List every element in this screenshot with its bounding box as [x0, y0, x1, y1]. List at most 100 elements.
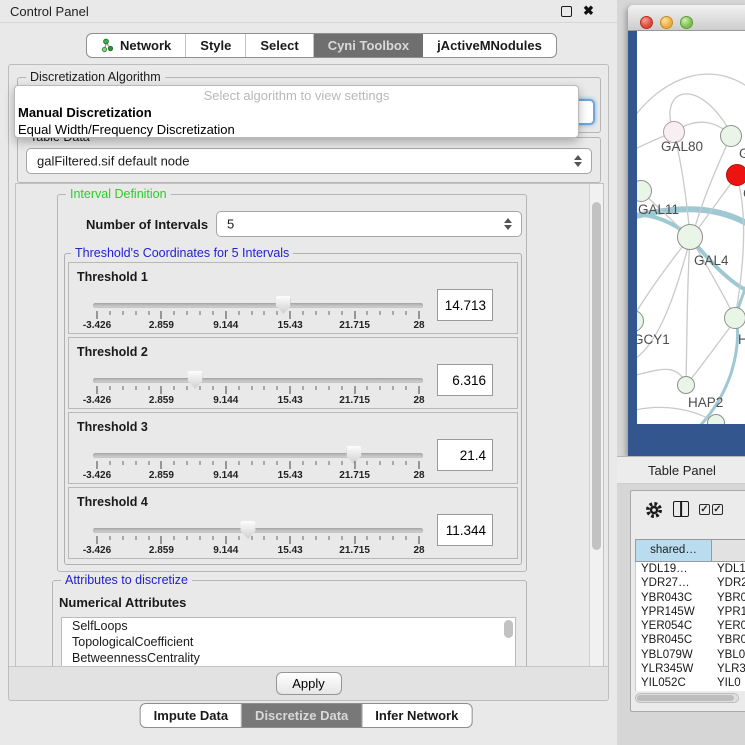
dropdown-option-manual-discretization[interactable]: Manual Discretization	[15, 104, 578, 121]
table-row[interactable]: YPR145WYPR1	[636, 605, 745, 619]
tab-select[interactable]: Select	[246, 34, 313, 57]
threshold-value-input[interactable]	[437, 364, 493, 396]
table-horizontal-scrollbar[interactable]	[635, 693, 739, 703]
checkbox-icon-2[interactable]: ✓	[712, 504, 723, 515]
apply-button[interactable]: Apply	[276, 672, 342, 695]
node-label: GAL4	[694, 253, 729, 268]
combo-spinner-icon	[504, 218, 512, 230]
tab-discretize-data[interactable]: Discretize Data	[242, 704, 362, 727]
table-cell[interactable]: YDR2	[712, 576, 745, 590]
table-row[interactable]: YIL052CYIL0	[636, 676, 745, 690]
numerical-attributes-list[interactable]: SelfLoopsTopologicalCoefficientBetweenne…	[61, 617, 516, 667]
table-row[interactable]: YBR045CYBR0	[636, 633, 745, 647]
table-row[interactable]: YDL19…YDL1	[636, 562, 745, 576]
tick-mark	[367, 311, 368, 315]
table-row[interactable]: YDR27…YDR2	[636, 576, 745, 590]
tick-mark	[174, 311, 175, 315]
algorithm-dropdown-popup: Select algorithm to view settings Manual…	[14, 85, 579, 138]
tick-mark	[264, 536, 265, 540]
table-cell[interactable]: YDR27…	[636, 576, 712, 590]
gear-icon[interactable]	[644, 500, 664, 520]
tick-mark	[393, 536, 394, 540]
tick-label: 2.859	[149, 320, 174, 331]
tick-mark	[200, 311, 201, 315]
network-canvas[interactable]: GAL80GACGAL11GAL4GCY1HHAP2	[637, 31, 745, 424]
table-row[interactable]: YER054CYER0	[636, 619, 745, 633]
threshold-slider[interactable]	[93, 303, 423, 308]
close-traffic-light[interactable]	[640, 16, 653, 29]
attribute-list-item[interactable]: TopologicalCoefficient	[62, 634, 515, 650]
tick-mark	[277, 386, 278, 390]
edge	[686, 237, 690, 385]
table-cell[interactable]: YPR145W	[636, 605, 712, 619]
table-cell[interactable]: YBR0	[712, 591, 745, 605]
table-cell[interactable]: YDL1	[712, 562, 745, 576]
tick-mark	[200, 536, 201, 540]
threshold-value-input[interactable]	[437, 289, 493, 321]
table-cell[interactable]: YER054C	[636, 619, 712, 633]
tab-infer-network[interactable]: Infer Network	[362, 704, 471, 727]
table-panel-titlebar: Table Panel	[617, 456, 745, 484]
network-node[interactable]	[677, 376, 695, 394]
tick-mark	[251, 386, 252, 390]
table-cell[interactable]: YBR045C	[636, 633, 712, 647]
tab-style-label: Style	[200, 38, 231, 53]
float-window-icon[interactable]	[561, 6, 572, 17]
minimize-traffic-light[interactable]	[660, 16, 673, 29]
tick-mark	[122, 311, 123, 315]
tick-label: 21.715	[339, 395, 370, 406]
table-cell[interactable]: YLR345W	[636, 662, 712, 676]
table-cell[interactable]: YIL052C	[636, 676, 712, 690]
close-icon[interactable]: ✖	[583, 3, 594, 19]
threshold-slider[interactable]	[93, 453, 423, 458]
checkbox-icon-1[interactable]: ✓	[699, 504, 710, 515]
column-header-name[interactable]: na	[712, 540, 745, 561]
table-row[interactable]: YBL079WYBL0	[636, 648, 745, 662]
table-cell[interactable]: YER0	[712, 619, 745, 633]
table-cell[interactable]: YBL079W	[636, 648, 712, 662]
settings-scrollbar-thumb[interactable]	[592, 202, 601, 550]
list-scrollbar-thumb[interactable]	[504, 620, 513, 638]
table-cell[interactable]: YIL0	[712, 676, 745, 690]
tick-label: 28	[413, 470, 424, 481]
tick-mark	[328, 386, 329, 390]
table-cell[interactable]: YLR3	[712, 662, 745, 676]
tab-style[interactable]: Style	[186, 34, 246, 57]
threshold-slider[interactable]	[93, 378, 423, 383]
tab-jactivemnodules[interactable]: jActiveMNodules	[423, 34, 556, 57]
table-data-combobox[interactable]: galFiltered.sif default node	[26, 148, 592, 174]
split-columns-icon[interactable]	[673, 501, 689, 517]
network-node[interactable]	[677, 224, 703, 250]
number-of-intervals-combobox[interactable]: 5	[216, 211, 522, 237]
settings-scrollbar[interactable]	[589, 184, 603, 666]
table-row[interactable]: YLR345WYLR3	[636, 662, 745, 676]
table-cell[interactable]: YBR043C	[636, 591, 712, 605]
tab-cyni-toolbox[interactable]: Cyni Toolbox	[314, 34, 423, 57]
table-cell[interactable]: YDL19…	[636, 562, 712, 576]
network-node[interactable]	[724, 307, 745, 329]
table-scrollbar-thumb[interactable]	[637, 695, 734, 701]
threshold-value-input[interactable]	[437, 514, 493, 546]
table-cell[interactable]: YPR1	[712, 605, 745, 619]
tick-label: 21.715	[339, 470, 370, 481]
column-header-shared-name[interactable]: shared…	[636, 540, 712, 561]
tab-impute-data-label: Impute Data	[154, 708, 228, 723]
tab-network[interactable]: Network	[87, 34, 186, 57]
threshold-slider[interactable]	[93, 528, 423, 533]
dropdown-placeholder-option[interactable]: Select algorithm to view settings	[15, 87, 578, 104]
network-node[interactable]	[726, 164, 745, 186]
zoom-traffic-light[interactable]	[680, 16, 693, 29]
network-node[interactable]	[720, 125, 742, 147]
tick-mark	[341, 386, 342, 390]
dropdown-option-equal-width-frequency[interactable]: Equal Width/Frequency Discretization	[15, 121, 578, 138]
tick-mark	[419, 311, 420, 319]
threshold-value-input[interactable]	[437, 439, 493, 471]
tick-mark	[328, 461, 329, 465]
attribute-list-item[interactable]: BetweennessCentrality	[62, 650, 515, 666]
network-icon	[101, 38, 115, 53]
table-cell[interactable]: YBL0	[712, 648, 745, 662]
table-cell[interactable]: YBR0	[712, 633, 745, 647]
table-row[interactable]: YBR043CYBR0	[636, 591, 745, 605]
attribute-list-item[interactable]: SelfLoops	[62, 618, 515, 634]
tab-impute-data[interactable]: Impute Data	[141, 704, 242, 727]
